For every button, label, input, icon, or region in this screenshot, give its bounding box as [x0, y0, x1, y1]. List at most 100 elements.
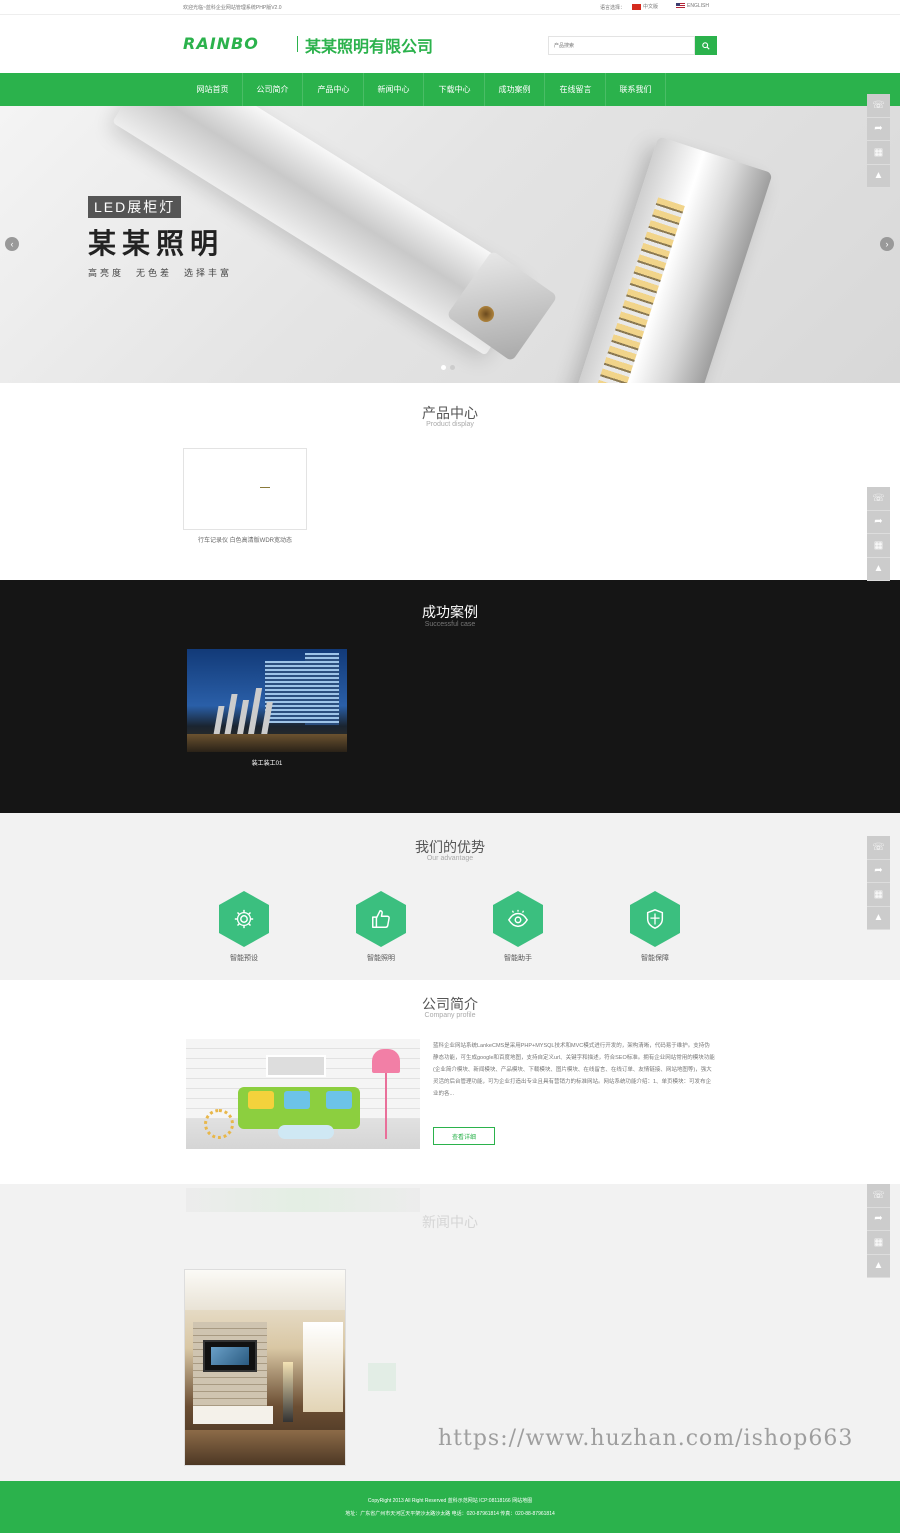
advantage-label: 智能助手	[504, 955, 532, 962]
products-section: 产品中心 Product display 行车记录仪 白色高清版WDR宽动态	[0, 383, 900, 580]
shield-icon	[630, 891, 680, 947]
decor-ball	[204, 1109, 234, 1139]
case-image[interactable]	[187, 649, 347, 752]
footer-contact: 地址：广东省广州市天河区天平架沙太路沙太路 电话：020-87961814 传真…	[345, 1511, 555, 1517]
cushion	[326, 1091, 352, 1109]
hero-banner[interactable]: LED展柜灯 某某照明 高亮度 无色差 选择丰富 ‹ ›	[0, 106, 900, 383]
product-name[interactable]: 行车记录仪 白色高清版WDR宽动态	[183, 535, 307, 544]
us-flag-icon	[676, 3, 685, 9]
nav-item-products[interactable]: 产品中心	[304, 73, 364, 106]
coffee-table	[278, 1125, 334, 1139]
advantage-item[interactable]: 智能助手	[488, 891, 548, 963]
side-toolbar: ☏ ➦ ▦ ▲	[867, 487, 890, 581]
headset-icon[interactable]: ☏	[867, 1184, 890, 1208]
advantage-label: 智能照明	[367, 955, 395, 962]
banner-tag: LED展柜灯	[88, 196, 182, 218]
nav-item-contact[interactable]: 联系我们	[606, 73, 666, 106]
section-title: 公司简介	[422, 996, 478, 1012]
about-section: 公司简介 Company profile 蓝科企业网站系统LankeCMS是采用…	[0, 980, 900, 1170]
headset-icon[interactable]: ☏	[867, 836, 890, 860]
logo-wordmark[interactable]: RAINBO	[183, 34, 259, 53]
side-toolbar: ☏ ➦ ▦ ▲	[867, 1184, 890, 1278]
view-details-button[interactable]: 查看详细	[433, 1127, 495, 1145]
chevron-left-icon[interactable]: ‹	[5, 237, 19, 251]
nav-item-downloads[interactable]: 下载中心	[425, 73, 485, 106]
section-subtitle: Successful case	[424, 621, 476, 628]
top-bar: 欢迎光临~蓝科企业网站管理系统PHP版V2.0 语言选择： 中文版 ENGLIS…	[0, 0, 900, 15]
ceiling	[185, 1270, 345, 1310]
rocket-icon[interactable]: ▲	[867, 558, 890, 581]
section-subtitle: Our advantage	[426, 855, 474, 862]
eye-icon	[493, 891, 543, 947]
about-image	[186, 1039, 420, 1149]
thumbs-up-icon	[356, 891, 406, 947]
welcome-text: 欢迎光临~蓝科企业网站管理系统PHP版V2.0	[183, 5, 282, 11]
section-title: 新闻中心	[422, 1214, 478, 1230]
gear-icon	[219, 891, 269, 947]
footer-copyright: CopyRight 2013 All Right Reserved 蓝科示范网站…	[367, 1498, 533, 1504]
case-name[interactable]: 装工装工01	[187, 758, 347, 767]
lamp-pole	[385, 1073, 387, 1139]
plaza-ground	[187, 734, 347, 752]
site-header: RAINBO 某某照明有限公司	[0, 15, 900, 73]
watermark-url: https://www.huzhan.com/ishop663	[438, 1426, 854, 1451]
section-gap	[0, 1170, 900, 1184]
qrcode-icon[interactable]: ▦	[867, 141, 890, 165]
headset-icon[interactable]: ☏	[867, 94, 890, 118]
chevron-right-icon[interactable]: ›	[880, 237, 894, 251]
advantage-section: 我们的优势 Our advantage 智能预设 智能照明 智能助手 智能保障	[0, 813, 900, 980]
share-icon[interactable]: ➦	[867, 1208, 890, 1231]
search-button[interactable]	[695, 36, 717, 55]
rocket-icon[interactable]: ▲	[867, 1255, 890, 1278]
china-flag-icon	[632, 3, 641, 10]
logo-divider	[297, 36, 298, 52]
about-description: 蓝科企业网站系统LankeCMS是采用PHP+MYSQL技术和MVC模式进行开发…	[433, 1043, 715, 1097]
advantage-item[interactable]: 智能照明	[351, 891, 411, 963]
nav-item-about[interactable]: 公司简介	[243, 73, 303, 106]
company-name[interactable]: 某某照明有限公司	[305, 33, 433, 57]
nav-item-message[interactable]: 在线留言	[546, 73, 606, 106]
window	[303, 1322, 343, 1412]
share-icon[interactable]: ➦	[867, 511, 890, 534]
qrcode-icon[interactable]: ▦	[867, 883, 890, 907]
headset-icon[interactable]: ☏	[867, 487, 890, 511]
building	[265, 661, 305, 723]
advantage-item[interactable]: 智能预设	[214, 891, 274, 963]
product-card[interactable]	[183, 448, 307, 530]
slider-dot[interactable]	[450, 365, 455, 370]
banner-title: 某某照明	[88, 228, 225, 259]
site-footer: CopyRight 2013 All Right Reserved 蓝科示范网站…	[0, 1481, 900, 1533]
qrcode-icon[interactable]: ▦	[867, 534, 890, 558]
nav-item-cases[interactable]: 成功案例	[485, 73, 545, 106]
floor	[185, 1430, 345, 1465]
rocket-icon[interactable]: ▲	[867, 165, 890, 188]
tv-cabinet	[193, 1406, 273, 1424]
banner-screw-hole	[478, 306, 494, 322]
slider-dot[interactable]	[441, 365, 446, 370]
search-input[interactable]	[548, 36, 695, 55]
language-chinese[interactable]: 中文版	[632, 3, 658, 10]
floor-lamp	[283, 1362, 293, 1422]
rocket-icon[interactable]: ▲	[867, 907, 890, 930]
section-title: 成功案例	[422, 604, 478, 620]
language-english-label: ENGLISH	[687, 3, 709, 9]
share-icon[interactable]: ➦	[867, 860, 890, 883]
fading-overlay	[186, 1188, 420, 1212]
nav-item-news[interactable]: 新闻中心	[364, 73, 424, 106]
news-section: 新闻中心 https://www.huzhan.com/ishop663	[0, 1170, 900, 1481]
slider-dots	[441, 365, 455, 370]
news-date-badge	[368, 1363, 396, 1391]
qrcode-icon[interactable]: ▦	[867, 1231, 890, 1255]
advantage-label: 智能预设	[230, 955, 258, 962]
share-icon[interactable]: ➦	[867, 118, 890, 141]
product-image	[260, 487, 270, 488]
nav-item-home[interactable]: 网站首页	[183, 73, 243, 106]
building	[305, 653, 339, 725]
language-english[interactable]: ENGLISH	[676, 3, 709, 9]
advantage-item[interactable]: 智能保障	[625, 891, 685, 963]
section-subtitle: Company profile	[424, 1012, 476, 1019]
language-chinese-label: 中文版	[643, 4, 659, 10]
cases-section: 成功案例 Successful case 装工装工01	[0, 580, 900, 813]
news-image[interactable]	[184, 1269, 346, 1466]
television	[203, 1340, 257, 1372]
